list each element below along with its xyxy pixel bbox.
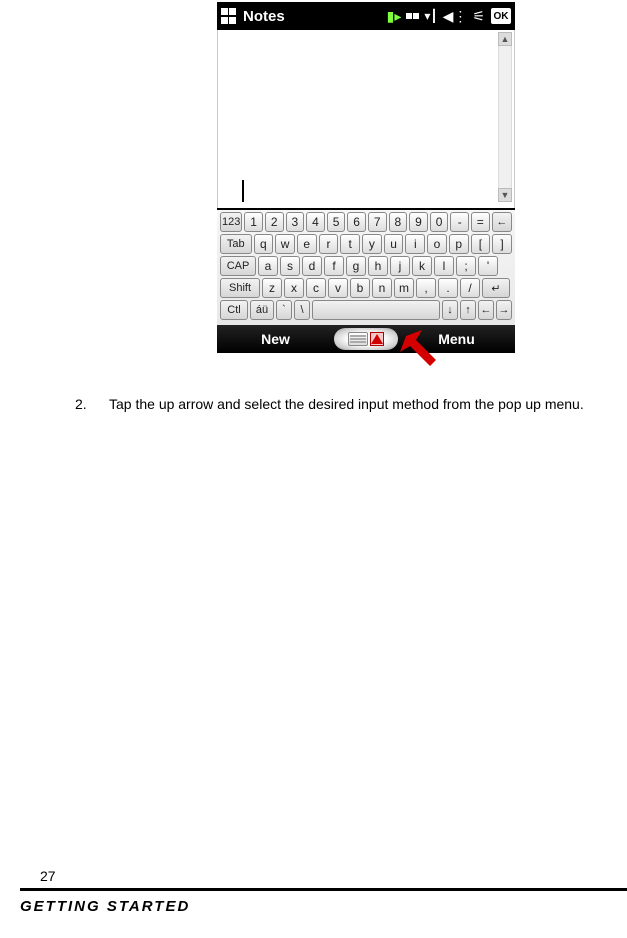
key-3[interactable]: 3 <box>286 212 305 232</box>
instruction-step: 2. Tap the up arrow and select the desir… <box>75 395 615 414</box>
key-j[interactable]: j <box>390 256 410 276</box>
sip-up-arrow-button[interactable] <box>370 332 384 346</box>
key-equals[interactable]: = <box>471 212 490 232</box>
key-o[interactable]: o <box>427 234 447 254</box>
key-shift[interactable]: Shift <box>220 278 260 298</box>
title-bar: Notes ▮▸ ▾┃ ◀⋮ ⚟ OK <box>217 2 515 30</box>
key-x[interactable]: x <box>284 278 304 298</box>
key-8[interactable]: 8 <box>389 212 408 232</box>
page-number: 27 <box>40 868 56 884</box>
key-caps[interactable]: CAP <box>220 256 256 276</box>
key-q[interactable]: q <box>254 234 274 254</box>
soft-key-bar: New Menu <box>217 325 515 353</box>
footer-rule <box>20 888 627 891</box>
app-title: Notes <box>243 8 285 25</box>
scroll-track[interactable] <box>498 46 512 188</box>
key-comma[interactable]: , <box>416 278 436 298</box>
key-arrow-down[interactable]: ↓ <box>442 300 458 320</box>
signal-icon: ▾┃ <box>424 9 437 23</box>
key-0[interactable]: 0 <box>430 212 449 232</box>
key-minus[interactable]: - <box>450 212 469 232</box>
scroll-down-icon[interactable]: ▼ <box>498 188 512 202</box>
key-l[interactable]: l <box>434 256 454 276</box>
key-5[interactable]: 5 <box>327 212 346 232</box>
step-text: Tap the up arrow and select the desired … <box>109 395 584 414</box>
key-k[interactable]: k <box>412 256 432 276</box>
key-semicolon[interactable]: ; <box>456 256 476 276</box>
key-d[interactable]: d <box>302 256 322 276</box>
key-2[interactable]: 2 <box>265 212 284 232</box>
key-t[interactable]: t <box>340 234 360 254</box>
key-r[interactable]: r <box>319 234 339 254</box>
key-period[interactable]: . <box>438 278 458 298</box>
note-canvas[interactable]: ▲ ▼ <box>217 30 515 208</box>
key-123[interactable]: 123 <box>220 212 242 232</box>
key-tab[interactable]: Tab <box>220 234 252 254</box>
key-6[interactable]: 6 <box>347 212 366 232</box>
sync-icon <box>406 13 419 19</box>
speaker-icon: ◀⋮ <box>443 8 468 25</box>
key-lbracket[interactable]: [ <box>471 234 491 254</box>
key-arrow-left[interactable]: ← <box>478 300 494 320</box>
key-7[interactable]: 7 <box>368 212 387 232</box>
scroll-up-icon[interactable]: ▲ <box>498 32 512 46</box>
manual-page: Notes ▮▸ ▾┃ ◀⋮ ⚟ OK ▲ ▼ 123 1 2 <box>0 0 627 938</box>
key-u[interactable]: u <box>384 234 404 254</box>
device-screenshot: Notes ▮▸ ▾┃ ◀⋮ ⚟ OK ▲ ▼ 123 1 2 <box>217 2 515 345</box>
key-e[interactable]: e <box>297 234 317 254</box>
ok-button[interactable]: OK <box>491 8 511 24</box>
keyboard-icon[interactable] <box>348 332 368 346</box>
key-b[interactable]: b <box>350 278 370 298</box>
key-p[interactable]: p <box>449 234 469 254</box>
key-backspace[interactable]: ← <box>492 212 512 232</box>
key-1[interactable]: 1 <box>244 212 263 232</box>
text-cursor <box>242 180 244 202</box>
softkey-new[interactable]: New <box>217 331 334 347</box>
key-a[interactable]: a <box>258 256 278 276</box>
key-apostrophe[interactable]: ' <box>478 256 498 276</box>
key-s[interactable]: s <box>280 256 300 276</box>
key-backslash[interactable]: \ <box>294 300 310 320</box>
sip-selector[interactable] <box>334 328 398 350</box>
start-icon[interactable] <box>221 8 237 24</box>
key-grave[interactable]: ` <box>276 300 292 320</box>
on-screen-keyboard[interactable]: 123 1 2 3 4 5 6 7 8 9 0 - = ← Tab q w e … <box>217 208 515 325</box>
key-z[interactable]: z <box>262 278 282 298</box>
key-h[interactable]: h <box>368 256 388 276</box>
up-arrow-icon <box>371 334 383 344</box>
key-9[interactable]: 9 <box>409 212 428 232</box>
key-slash[interactable]: / <box>460 278 480 298</box>
key-f[interactable]: f <box>324 256 344 276</box>
key-g[interactable]: g <box>346 256 366 276</box>
softkey-menu[interactable]: Menu <box>398 331 515 347</box>
key-accents[interactable]: áü <box>250 300 274 320</box>
key-ctl[interactable]: Ctl <box>220 300 248 320</box>
key-arrow-right[interactable]: → <box>496 300 512 320</box>
key-w[interactable]: w <box>275 234 295 254</box>
step-number: 2. <box>75 395 93 414</box>
key-i[interactable]: i <box>405 234 425 254</box>
key-v[interactable]: v <box>328 278 348 298</box>
key-space[interactable] <box>312 300 440 320</box>
key-rbracket[interactable]: ] <box>492 234 512 254</box>
key-4[interactable]: 4 <box>306 212 325 232</box>
key-enter[interactable]: ↵ <box>482 278 510 298</box>
key-arrow-up[interactable]: ↑ <box>460 300 476 320</box>
key-y[interactable]: y <box>362 234 382 254</box>
connection-icon: ▮▸ <box>387 8 402 25</box>
power-icon: ⚟ <box>472 8 485 25</box>
key-m[interactable]: m <box>394 278 414 298</box>
system-tray: ▮▸ ▾┃ ◀⋮ ⚟ <box>387 8 485 25</box>
vertical-scrollbar[interactable]: ▲ ▼ <box>498 32 512 204</box>
key-c[interactable]: c <box>306 278 326 298</box>
section-title: GETTING STARTED <box>20 898 190 915</box>
key-n[interactable]: n <box>372 278 392 298</box>
